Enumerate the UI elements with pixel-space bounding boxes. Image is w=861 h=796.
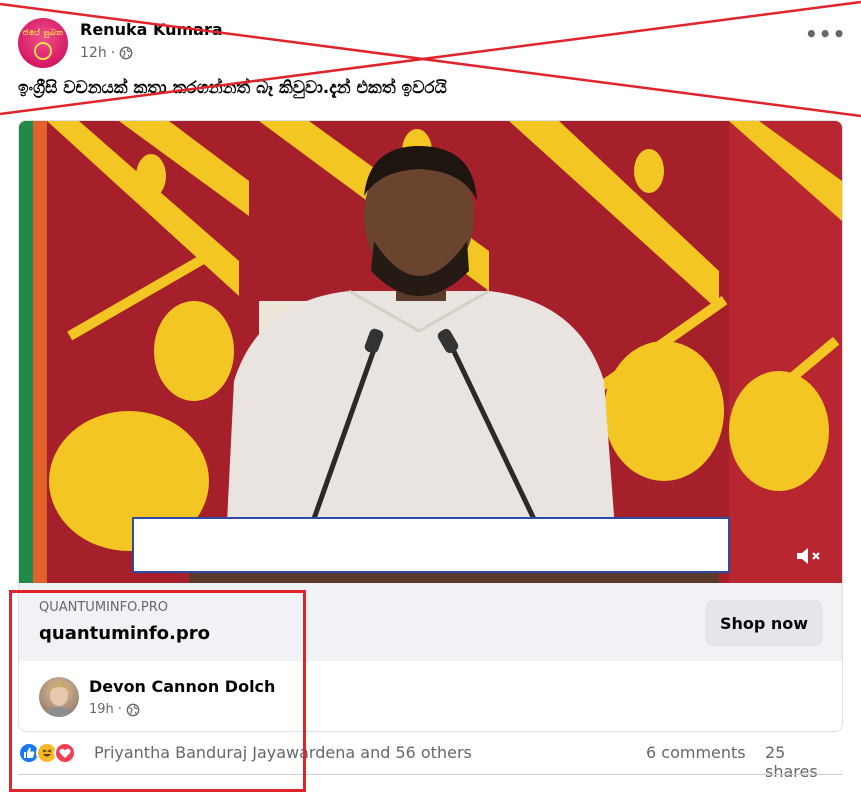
avatar-logo-ring — [34, 42, 52, 60]
caption-overlay-box — [132, 517, 730, 573]
shares-count[interactable]: 25 shares — [765, 743, 843, 781]
video-frame — [19, 121, 842, 583]
ad-video[interactable] — [19, 121, 842, 583]
link-domain: QUANTUMINFO.PRO — [39, 600, 169, 615]
ad-card[interactable]: QUANTUMINFO.PRO quantuminfo.pro Shop now… — [18, 120, 843, 732]
post-header: ජයේ සුබත Renuka Kumara 12h · ••• ඉංග්‍රී… — [0, 0, 861, 118]
love-reaction-icon — [54, 742, 76, 764]
post-time[interactable]: 12h — [80, 45, 107, 61]
flag-left — [19, 121, 259, 583]
globe-icon — [126, 703, 140, 716]
sharer-section: Devon Cannon Dolch 19h · — [19, 661, 842, 731]
post-meta: 12h · — [80, 45, 133, 61]
ad-link-section[interactable]: QUANTUMINFO.PRO quantuminfo.pro Shop now — [19, 583, 842, 661]
avatar-logo-text: ජයේ සුබත — [22, 28, 64, 37]
reactions-bar: Priyantha Banduraj Jayawardena and 56 ot… — [18, 736, 843, 781]
divider — [18, 774, 843, 775]
globe-icon — [119, 46, 133, 60]
sharer-name[interactable]: Devon Cannon Dolch — [89, 677, 275, 696]
sharer-time[interactable]: 19h — [89, 702, 114, 717]
comments-count[interactable]: 6 comments — [646, 743, 746, 762]
shop-now-button[interactable]: Shop now — [705, 600, 823, 646]
sharer-avatar[interactable] — [39, 677, 79, 717]
reaction-names[interactable]: Priyantha Banduraj Jayawardena and 56 ot… — [94, 743, 472, 762]
sharer-meta: 19h · — [89, 702, 140, 717]
speaker-muted-icon[interactable] — [795, 545, 823, 567]
link-title[interactable]: quantuminfo.pro — [39, 623, 210, 644]
more-options-button[interactable]: ••• — [805, 24, 845, 50]
post-text: ඉංග්‍රීසි වචනයක් කතා කරගන්නත් බෑ කිවුවා.… — [18, 78, 447, 98]
author-name[interactable]: Renuka Kumara — [80, 20, 223, 39]
reaction-icons[interactable] — [18, 742, 90, 764]
author-avatar[interactable]: ජයේ සුබත — [18, 18, 68, 68]
